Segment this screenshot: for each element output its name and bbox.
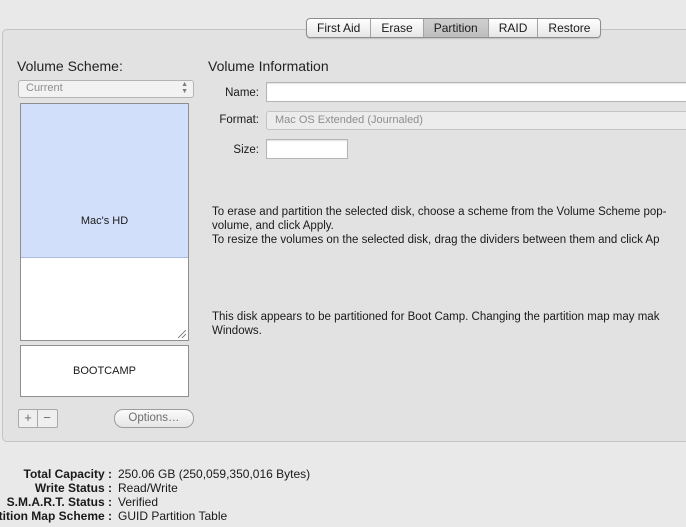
instructions-line-2: volume, and click Apply. bbox=[212, 220, 334, 232]
info-key: Write Status : bbox=[34, 481, 112, 495]
instructions-line-1: To erase and partition the selected disk… bbox=[212, 206, 667, 218]
name-label: Name: bbox=[225, 87, 259, 99]
tab-bar: First Aid Erase Partition RAID Restore bbox=[306, 18, 602, 38]
volume-bootcamp[interactable]: BOOTCAMP bbox=[20, 345, 189, 397]
instructions-line-3: To resize the volumes on the selected di… bbox=[212, 234, 660, 246]
popup-arrows-icon: ▲ ▼ bbox=[181, 81, 188, 95]
resize-handle-icon[interactable] bbox=[178, 330, 186, 338]
bootcamp-note-line-2: Windows. bbox=[212, 325, 262, 337]
add-partition-button[interactable]: + bbox=[19, 410, 37, 427]
tab-erase[interactable]: Erase bbox=[370, 19, 422, 37]
volume-scheme-heading: Volume Scheme: bbox=[17, 58, 123, 74]
info-key: S.M.A.R.T. Status : bbox=[6, 495, 112, 509]
format-label: Format: bbox=[219, 114, 259, 126]
tab-first-aid[interactable]: First Aid bbox=[307, 19, 370, 37]
remove-partition-button[interactable]: − bbox=[37, 410, 56, 427]
volume-scheme-value: Current bbox=[26, 82, 63, 94]
tab-restore[interactable]: Restore bbox=[537, 19, 600, 37]
volume-scheme-diagram: Mac's HD bbox=[20, 103, 189, 341]
bootcamp-note-line-1: This disk appears to be partitioned for … bbox=[212, 311, 660, 323]
info-value: 250.06 GB (250,059,350,016 Bytes) bbox=[118, 467, 311, 481]
tab-partition[interactable]: Partition bbox=[422, 19, 488, 37]
volume-label: Mac's HD bbox=[80, 215, 129, 227]
volume-label: BOOTCAMP bbox=[73, 365, 136, 377]
size-field[interactable] bbox=[266, 139, 348, 159]
name-field[interactable] bbox=[266, 82, 686, 102]
info-value: Verified bbox=[118, 495, 159, 509]
tab-raid[interactable]: RAID bbox=[487, 19, 538, 37]
size-label: Size: bbox=[233, 144, 259, 156]
info-value: Read/Write bbox=[118, 481, 178, 495]
info-value: GUID Partition Table bbox=[118, 509, 228, 523]
options-button[interactable]: Options… bbox=[114, 409, 194, 428]
info-key: Total Capacity : bbox=[23, 467, 112, 481]
add-remove-control: + − bbox=[18, 409, 58, 428]
volume-information-heading: Volume Information bbox=[208, 58, 329, 74]
volume-scheme-popup[interactable]: Current ▲ ▼ bbox=[18, 80, 194, 98]
format-popup[interactable]: Mac OS Extended (Journaled) bbox=[266, 111, 686, 130]
format-value: Mac OS Extended (Journaled) bbox=[275, 114, 423, 126]
volume-macs-hd[interactable]: Mac's HD bbox=[21, 104, 188, 258]
info-key: rtition Map Scheme : bbox=[0, 509, 112, 523]
